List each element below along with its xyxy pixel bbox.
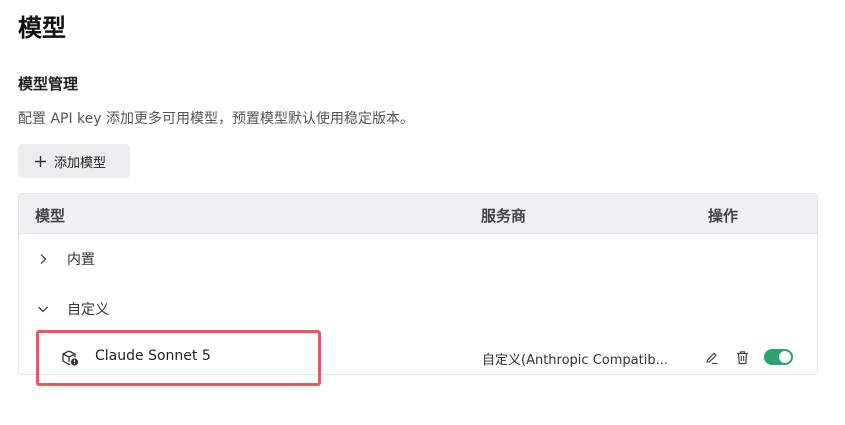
section-title: 模型管理	[18, 75, 79, 93]
group-label: 自定义	[67, 302, 109, 318]
enable-toggle[interactable]	[764, 349, 793, 365]
custom-model-icon	[62, 350, 79, 366]
group-builtin[interactable]: 内置	[19, 244, 817, 274]
models-table: 模型 服务商 操作 内置 自定义 Claude Sonnet 5 自定义(Ant…	[18, 193, 818, 375]
add-model-label: 添加模型	[54, 155, 107, 171]
header-provider: 服务商	[481, 207, 527, 225]
toggle-knob	[779, 351, 791, 363]
table-row[interactable]: Claude Sonnet 5 自定义(Anthropic Compatib..…	[19, 339, 817, 374]
chevron-right-icon	[40, 254, 47, 264]
model-provider: 自定义(Anthropic Compatib...	[482, 353, 668, 368]
add-model-button[interactable]: 添加模型	[18, 144, 130, 178]
table-header: 模型 服务商 操作	[19, 194, 817, 234]
page-title: 模型	[18, 14, 66, 42]
chevron-down-icon	[38, 306, 48, 313]
section-description: 配置 API key 添加更多可用模型，预置模型默认使用稳定版本。	[18, 111, 415, 127]
model-name: Claude Sonnet 5	[95, 348, 211, 364]
plus-icon	[35, 155, 46, 167]
header-model: 模型	[35, 207, 66, 225]
edit-icon[interactable]	[705, 351, 719, 365]
group-label: 内置	[67, 252, 95, 268]
group-custom[interactable]: 自定义	[19, 294, 817, 324]
delete-icon[interactable]	[736, 350, 749, 365]
header-actions: 操作	[708, 207, 739, 225]
